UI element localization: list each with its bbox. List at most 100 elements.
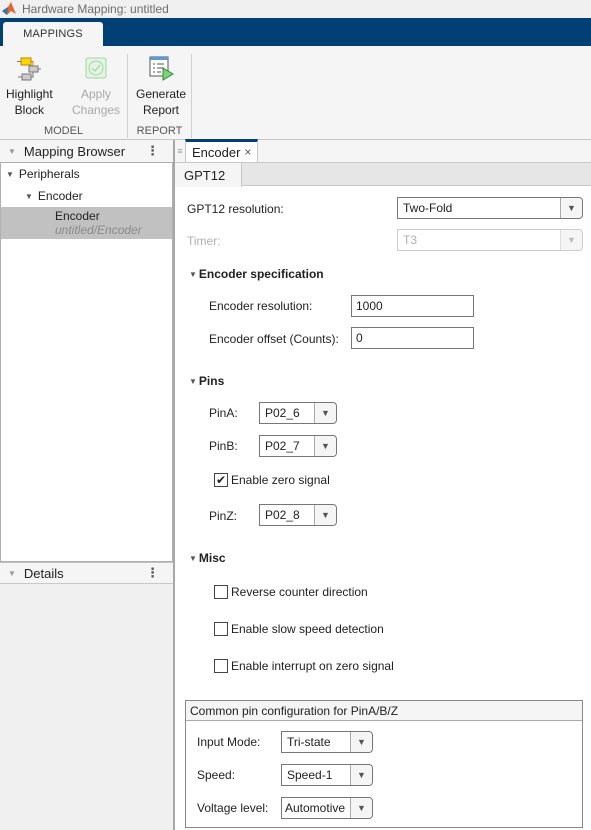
pina-dropdown[interactable]: P02_6 ▼ [259, 402, 337, 424]
section-misc[interactable]: ▼ Misc [189, 551, 226, 565]
reverse-counter-checkbox[interactable]: Reverse counter direction [214, 585, 368, 599]
pinz-dropdown[interactable]: P02_8 ▼ [259, 504, 337, 526]
tree-label: Peripherals [18, 167, 80, 181]
tab-mappings[interactable]: MAPPINGS [3, 22, 103, 46]
chevron-down-icon: ▼ [350, 765, 372, 785]
chevron-down-icon: ▼ [314, 403, 336, 423]
interrupt-zero-signal-checkbox[interactable]: Enable interrupt on zero signal [214, 659, 394, 673]
speed-label: Speed: [197, 768, 236, 782]
chevron-down-icon: ▼ [350, 798, 372, 818]
tree-item-peripherals[interactable]: ▼ Peripherals [1, 163, 172, 185]
highlight-label-2: Block [14, 103, 45, 117]
panel-menu-icon[interactable]: ⋮ [146, 143, 159, 159]
generate-label-2: Report [143, 103, 180, 117]
section-title: Misc [198, 551, 226, 565]
checkbox-label: Enable slow speed detection [231, 622, 384, 636]
collapse-caret-icon: ▼ [189, 553, 197, 563]
left-panel: ▼ Mapping Browser ⋮ ▼ Peripherals ▼ Enco… [0, 140, 175, 830]
tree-sublabel-path: untitled/Encoder [55, 223, 142, 237]
tab-encoder[interactable]: Encoder × [185, 139, 259, 162]
dropdown-value: Automotive [285, 801, 346, 815]
checkbox-box[interactable] [214, 585, 228, 599]
chevron-down-icon: ▼ [560, 198, 582, 218]
document-area: ≡ Encoder × GPT12 GPT12 resolution: Two-… [175, 139, 591, 830]
panel-menu-icon[interactable]: ⋮ [146, 565, 159, 581]
generate-report-button[interactable]: Generate Report [136, 54, 186, 118]
grip-icon[interactable]: ≡ [175, 140, 185, 162]
pinb-label: PinB: [209, 439, 238, 453]
encoder-resolution-label: Encoder resolution: [209, 299, 313, 313]
checkbox-label: Reverse counter direction [231, 585, 368, 599]
encoder-form: GPT12 resolution: Two-Fold ▼ Timer: T3 ▼… [175, 186, 591, 830]
speed-dropdown[interactable]: Speed-1 ▼ [281, 764, 373, 786]
encoder-resolution-input[interactable]: 1000 [351, 295, 474, 317]
window-title: Hardware Mapping: untitled [22, 2, 169, 16]
chevron-down-icon: ▼ [350, 732, 372, 752]
common-pin-config-group: Common pin configuration for PinA/B/Z In… [185, 700, 583, 828]
collapse-caret-icon: ▼ [189, 376, 197, 386]
encoder-offset-label: Encoder offset (Counts): [209, 332, 339, 346]
section-pins[interactable]: ▼ Pins [189, 374, 224, 388]
chevron-down-icon: ▼ [314, 436, 336, 456]
title-bar: Hardware Mapping: untitled [0, 0, 591, 18]
section-title: Encoder specification [198, 267, 324, 281]
gpt12-resolution-label: GPT12 resolution: [187, 202, 284, 216]
tree-item-encoder-selected[interactable]: Encoder untitled/Encoder [1, 207, 172, 239]
apply-label-2: Changes [72, 103, 121, 117]
report-icon [149, 56, 174, 81]
mapping-browser-title: Mapping Browser [23, 143, 126, 159]
gpt12-resolution-dropdown[interactable]: Two-Fold ▼ [397, 197, 583, 219]
tab-gpt12[interactable]: GPT12 [175, 163, 242, 187]
ribbon-tab-strip: MAPPINGS [0, 18, 591, 46]
voltage-level-dropdown[interactable]: Automotive ▼ [281, 797, 373, 819]
details-header[interactable]: ▼ Details ⋮ [0, 562, 173, 584]
details-title: Details [23, 565, 64, 581]
tree-label: Encoder [55, 209, 100, 223]
close-icon[interactable]: × [244, 145, 251, 159]
matlab-logo-icon [2, 2, 16, 15]
mapping-browser-header[interactable]: ▼ Mapping Browser ⋮ [0, 140, 173, 162]
collapse-caret-icon: ▼ [189, 269, 197, 279]
apply-changes-button[interactable]: Apply Changes [72, 54, 120, 118]
tree-label: Encoder [37, 189, 83, 203]
tree-item-encoder-group[interactable]: ▼ Encoder [1, 185, 172, 207]
dropdown-value: Speed-1 [287, 768, 333, 782]
collapse-caret-icon[interactable]: ▼ [8, 147, 16, 156]
section-report-label: REPORT [136, 125, 183, 137]
expand-caret-icon[interactable]: ▼ [6, 170, 14, 179]
checkmark-icon[interactable]: ✔ [214, 473, 228, 487]
toolstrip-divider [191, 54, 192, 138]
tab-label: Encoder [192, 144, 241, 160]
pinz-label: PinZ: [209, 509, 238, 523]
voltage-level-label: Voltage level: [197, 801, 269, 815]
slow-speed-detection-checkbox[interactable]: Enable slow speed detection [214, 622, 384, 636]
section-title: Pins [198, 374, 225, 388]
checkbox-label: Enable zero signal [231, 473, 330, 487]
checkbox-box[interactable] [214, 659, 228, 673]
encoder-offset-input[interactable]: 0 [351, 327, 474, 349]
apply-label-1: Apply [81, 87, 112, 101]
dropdown-value: Two-Fold [403, 201, 453, 215]
highlight-block-button[interactable]: Highlight Block [6, 54, 53, 118]
chevron-down-icon: ▼ [314, 505, 336, 525]
highlight-block-icon [17, 57, 42, 81]
input-mode-dropdown[interactable]: Tri-state ▼ [281, 731, 373, 753]
section-model-label: MODEL [43, 125, 84, 137]
chevron-down-icon: ▼ [560, 230, 582, 250]
collapse-caret-icon[interactable]: ▼ [8, 569, 16, 578]
timer-dropdown: T3 ▼ [397, 229, 583, 251]
group-title: Common pin configuration for PinA/B/Z [186, 701, 582, 721]
expand-caret-icon[interactable]: ▼ [25, 192, 33, 201]
section-encoder-specification[interactable]: ▼ Encoder specification [189, 267, 324, 281]
mapping-tree: ▼ Peripherals ▼ Encoder Encoder untitled… [0, 162, 173, 562]
dropdown-value: P02_8 [265, 508, 300, 522]
apply-check-icon [85, 57, 107, 79]
highlight-label-1: Highlight [6, 87, 53, 101]
enable-zero-signal-checkbox[interactable]: ✔ Enable zero signal [214, 473, 330, 487]
dropdown-value: P02_7 [265, 439, 300, 453]
pinb-dropdown[interactable]: P02_7 ▼ [259, 435, 337, 457]
generate-label-1: Generate [136, 87, 187, 101]
input-mode-label: Input Mode: [197, 735, 261, 749]
checkbox-box[interactable] [214, 622, 228, 636]
dropdown-value: T3 [403, 233, 418, 247]
